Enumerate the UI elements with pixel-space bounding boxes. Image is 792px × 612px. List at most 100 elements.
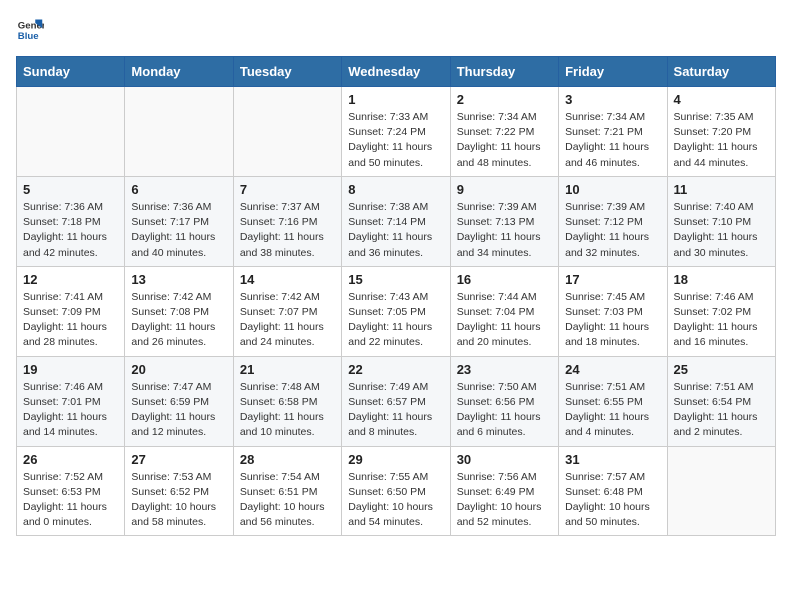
week-row-2: 5Sunrise: 7:36 AM Sunset: 7:18 PM Daylig… xyxy=(17,176,776,266)
logo: General Blue xyxy=(16,16,50,44)
day-number: 31 xyxy=(565,452,660,467)
day-info: Sunrise: 7:55 AM Sunset: 6:50 PM Dayligh… xyxy=(348,470,443,531)
day-number: 4 xyxy=(674,92,769,107)
calendar-cell: 29 Sunrise: 7:55 AM Sunset: 6:50 PM Dayli… xyxy=(342,446,450,536)
calendar-cell xyxy=(17,87,125,177)
calendar-cell: 13 Sunrise: 7:42 AM Sunset: 7:08 PM Dayli… xyxy=(125,266,233,356)
day-info: Sunrise: 7:43 AM Sunset: 7:05 PM Dayligh… xyxy=(348,290,443,351)
day-number: 22 xyxy=(348,362,443,377)
calendar-cell: 31Sunrise: 7:57 AM Sunset: 6:48 PM Dayli… xyxy=(559,446,667,536)
calendar-cell: 7 Sunrise: 7:37 AM Sunset: 7:16 PM Daylig… xyxy=(233,176,341,266)
calendar-cell: 30Sunrise: 7:56 AM Sunset: 6:49 PM Dayli… xyxy=(450,446,558,536)
day-number: 7 xyxy=(240,182,335,197)
week-row-1: 1Sunrise: 7:33 AM Sunset: 7:24 PM Daylig… xyxy=(17,87,776,177)
weekday-header-row: SundayMondayTuesdayWednesdayThursdayFrid… xyxy=(17,57,776,87)
weekday-header-monday: Monday xyxy=(125,57,233,87)
day-info: Sunrise: 7:41 AM Sunset: 7:09 PM Dayligh… xyxy=(23,290,118,351)
calendar-cell: 8Sunrise: 7:38 AM Sunset: 7:14 PM Daylig… xyxy=(342,176,450,266)
calendar-cell: 28 Sunrise: 7:54 AM Sunset: 6:51 PM Dayli… xyxy=(233,446,341,536)
day-number: 23 xyxy=(457,362,552,377)
calendar-cell: 19 Sunrise: 7:46 AM Sunset: 7:01 PM Dayli… xyxy=(17,356,125,446)
day-number: 28 xyxy=(240,452,335,467)
day-number: 20 xyxy=(131,362,226,377)
day-info: Sunrise: 7:39 AM Sunset: 7:13 PM Dayligh… xyxy=(457,200,552,261)
day-number: 17 xyxy=(565,272,660,287)
day-number: 8 xyxy=(348,182,443,197)
day-number: 16 xyxy=(457,272,552,287)
day-number: 26 xyxy=(23,452,118,467)
day-info: Sunrise: 7:47 AM Sunset: 6:59 PM Dayligh… xyxy=(131,380,226,441)
day-number: 18 xyxy=(674,272,769,287)
calendar-cell: 11 Sunrise: 7:40 AM Sunset: 7:10 PM Dayli… xyxy=(667,176,775,266)
calendar-cell: 17 Sunrise: 7:45 AM Sunset: 7:03 PM Dayli… xyxy=(559,266,667,356)
weekday-header-tuesday: Tuesday xyxy=(233,57,341,87)
day-number: 27 xyxy=(131,452,226,467)
day-number: 11 xyxy=(674,182,769,197)
day-number: 12 xyxy=(23,272,118,287)
day-info: Sunrise: 7:35 AM Sunset: 7:20 PM Dayligh… xyxy=(674,110,769,171)
day-info: Sunrise: 7:36 AM Sunset: 7:17 PM Dayligh… xyxy=(131,200,226,261)
day-info: Sunrise: 7:34 AM Sunset: 7:21 PM Dayligh… xyxy=(565,110,660,171)
day-number: 2 xyxy=(457,92,552,107)
weekday-header-thursday: Thursday xyxy=(450,57,558,87)
day-number: 9 xyxy=(457,182,552,197)
day-number: 24 xyxy=(565,362,660,377)
svg-text:Blue: Blue xyxy=(18,31,39,42)
day-number: 19 xyxy=(23,362,118,377)
day-number: 13 xyxy=(131,272,226,287)
calendar-cell: 15 Sunrise: 7:43 AM Sunset: 7:05 PM Dayli… xyxy=(342,266,450,356)
calendar-cell: 24Sunrise: 7:51 AM Sunset: 6:55 PM Dayli… xyxy=(559,356,667,446)
day-info: Sunrise: 7:49 AM Sunset: 6:57 PM Dayligh… xyxy=(348,380,443,441)
day-info: Sunrise: 7:42 AM Sunset: 7:08 PM Dayligh… xyxy=(131,290,226,351)
day-number: 1 xyxy=(348,92,443,107)
calendar-cell: 14Sunrise: 7:42 AM Sunset: 7:07 PM Dayli… xyxy=(233,266,341,356)
day-info: Sunrise: 7:53 AM Sunset: 6:52 PM Dayligh… xyxy=(131,470,226,531)
day-info: Sunrise: 7:54 AM Sunset: 6:51 PM Dayligh… xyxy=(240,470,335,531)
calendar-cell: 3 Sunrise: 7:34 AM Sunset: 7:21 PM Daylig… xyxy=(559,87,667,177)
day-info: Sunrise: 7:45 AM Sunset: 7:03 PM Dayligh… xyxy=(565,290,660,351)
day-info: Sunrise: 7:52 AM Sunset: 6:53 PM Dayligh… xyxy=(23,470,118,531)
calendar-cell: 2 Sunrise: 7:34 AM Sunset: 7:22 PM Daylig… xyxy=(450,87,558,177)
calendar-cell xyxy=(667,446,775,536)
calendar-cell xyxy=(125,87,233,177)
calendar-cell: 26 Sunrise: 7:52 AM Sunset: 6:53 PM Dayli… xyxy=(17,446,125,536)
day-info: Sunrise: 7:50 AM Sunset: 6:56 PM Dayligh… xyxy=(457,380,552,441)
weekday-header-wednesday: Wednesday xyxy=(342,57,450,87)
day-info: Sunrise: 7:39 AM Sunset: 7:12 PM Dayligh… xyxy=(565,200,660,261)
calendar-cell: 20 Sunrise: 7:47 AM Sunset: 6:59 PM Dayli… xyxy=(125,356,233,446)
day-number: 29 xyxy=(348,452,443,467)
calendar-cell: 12 Sunrise: 7:41 AM Sunset: 7:09 PM Dayli… xyxy=(17,266,125,356)
calendar-cell: 27 Sunrise: 7:53 AM Sunset: 6:52 PM Dayli… xyxy=(125,446,233,536)
calendar-cell: 22 Sunrise: 7:49 AM Sunset: 6:57 PM Dayli… xyxy=(342,356,450,446)
day-number: 21 xyxy=(240,362,335,377)
day-info: Sunrise: 7:56 AM Sunset: 6:49 PM Dayligh… xyxy=(457,470,552,531)
calendar-cell: 5Sunrise: 7:36 AM Sunset: 7:18 PM Daylig… xyxy=(17,176,125,266)
calendar-cell: 6 Sunrise: 7:36 AM Sunset: 7:17 PM Daylig… xyxy=(125,176,233,266)
page-header: General Blue xyxy=(16,16,776,44)
day-info: Sunrise: 7:37 AM Sunset: 7:16 PM Dayligh… xyxy=(240,200,335,261)
day-info: Sunrise: 7:46 AM Sunset: 7:02 PM Dayligh… xyxy=(674,290,769,351)
calendar-cell: 23 Sunrise: 7:50 AM Sunset: 6:56 PM Dayli… xyxy=(450,356,558,446)
day-info: Sunrise: 7:40 AM Sunset: 7:10 PM Dayligh… xyxy=(674,200,769,261)
day-number: 6 xyxy=(131,182,226,197)
calendar-cell: 4 Sunrise: 7:35 AM Sunset: 7:20 PM Daylig… xyxy=(667,87,775,177)
calendar-cell: 16Sunrise: 7:44 AM Sunset: 7:04 PM Dayli… xyxy=(450,266,558,356)
calendar-cell xyxy=(233,87,341,177)
calendar-cell: 18 Sunrise: 7:46 AM Sunset: 7:02 PM Dayli… xyxy=(667,266,775,356)
calendar-cell: 25Sunrise: 7:51 AM Sunset: 6:54 PM Dayli… xyxy=(667,356,775,446)
week-row-5: 26 Sunrise: 7:52 AM Sunset: 6:53 PM Dayli… xyxy=(17,446,776,536)
logo-icon: General Blue xyxy=(16,16,44,44)
calendar-cell: 21Sunrise: 7:48 AM Sunset: 6:58 PM Dayli… xyxy=(233,356,341,446)
calendar-table: SundayMondayTuesdayWednesdayThursdayFrid… xyxy=(16,56,776,536)
day-info: Sunrise: 7:34 AM Sunset: 7:22 PM Dayligh… xyxy=(457,110,552,171)
week-row-3: 12 Sunrise: 7:41 AM Sunset: 7:09 PM Dayli… xyxy=(17,266,776,356)
calendar-cell: 10 Sunrise: 7:39 AM Sunset: 7:12 PM Dayli… xyxy=(559,176,667,266)
day-info: Sunrise: 7:46 AM Sunset: 7:01 PM Dayligh… xyxy=(23,380,118,441)
weekday-header-saturday: Saturday xyxy=(667,57,775,87)
day-number: 3 xyxy=(565,92,660,107)
day-number: 5 xyxy=(23,182,118,197)
day-number: 15 xyxy=(348,272,443,287)
calendar-cell: 9 Sunrise: 7:39 AM Sunset: 7:13 PM Daylig… xyxy=(450,176,558,266)
day-number: 25 xyxy=(674,362,769,377)
day-number: 10 xyxy=(565,182,660,197)
